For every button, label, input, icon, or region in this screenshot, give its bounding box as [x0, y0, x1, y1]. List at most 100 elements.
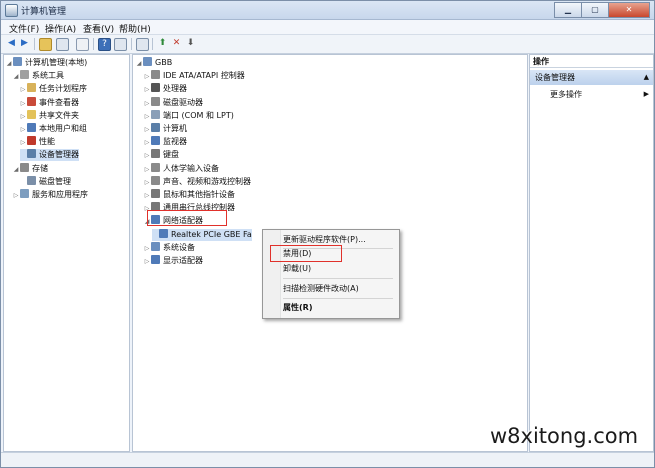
nav-tree-item-row[interactable]: 设备管理器: [20, 149, 79, 162]
device-tree-item-row[interactable]: ▷ 系统设备: [144, 241, 195, 255]
collapsed-arrow-icon[interactable]: ▷: [144, 71, 150, 83]
nav-tree-item-row[interactable]: ▷ 性能: [20, 136, 55, 148]
device-tree-item-row[interactable]: ▷ 监视器: [144, 136, 187, 148]
performance-icon: [27, 136, 36, 146]
back-icon[interactable]: ◀: [6, 38, 17, 49]
context-menu-icon-column: [263, 230, 281, 318]
device-tree-item-label: 鼠标和其他指针设备: [163, 190, 235, 199]
collapsed-arrow-icon[interactable]: ▷: [144, 243, 150, 255]
nav-tree-item-row[interactable]: ▷ 服务和应用程序: [13, 189, 88, 201]
help-icon[interactable]: ?: [98, 38, 111, 51]
device-tree-item-label: 计算机: [163, 124, 187, 133]
nav-tree-item-row[interactable]: ▷ 共享文件夹: [20, 109, 79, 123]
device-tree-item-label: 键盘: [163, 150, 179, 160]
ctx-scan-hardware[interactable]: 扫描检测硬件改动(A): [283, 283, 359, 295]
nav-tree-item-label: 任务计划程序: [39, 84, 87, 94]
close-button[interactable]: ✕: [608, 2, 650, 18]
expanded-arrow-icon[interactable]: ◢: [13, 71, 19, 83]
collapsed-arrow-icon[interactable]: ▷: [144, 98, 150, 110]
collapsed-arrow-icon[interactable]: ▷: [20, 137, 26, 149]
keyboard-icon: [151, 149, 160, 159]
collapsed-arrow-icon[interactable]: ▷: [144, 190, 150, 202]
collapsed-arrow-icon[interactable]: ▷: [144, 124, 150, 136]
device-tree-item-row[interactable]: ▷ 显示适配器: [144, 255, 203, 267]
menu-file[interactable]: 文件(F): [9, 22, 39, 35]
menu-bar: 文件(F) 操作(A) 查看(V) 帮助(H): [1, 20, 654, 35]
navigation-tree-pane: ◢ 计算机管理(本地) ◢ 系统工具 ▷ 任务计划程序 ▷ 事件查看器 ▷ 共享文件夹 ▷ 本地用户和…: [3, 54, 130, 452]
device-tree-item-row[interactable]: ▷ 键盘: [144, 149, 179, 161]
storage-icon: [20, 162, 29, 172]
nav-tree-item-row[interactable]: ▷ 本地用户和组: [20, 123, 87, 135]
collapsed-arrow-icon[interactable]: ▷: [144, 137, 150, 149]
menu-view[interactable]: 查看(V): [83, 22, 114, 35]
disable-device-icon[interactable]: ⬇: [185, 38, 196, 49]
uninstall-icon[interactable]: ✕: [171, 38, 182, 49]
device-tree-item-row[interactable]: ◢ GBB: [136, 57, 172, 69]
maximize-button[interactable]: ▢: [581, 2, 609, 18]
title-bar: 计算机管理 ▁ ▢ ✕: [1, 1, 654, 20]
actions-section-device-manager[interactable]: 设备管理器 ▲: [530, 70, 653, 85]
update-driver-icon[interactable]: ⬆: [157, 38, 168, 49]
collapsed-arrow-icon[interactable]: ▷: [20, 111, 26, 123]
collapsed-arrow-icon[interactable]: ▷: [20, 98, 26, 110]
collapsed-arrow-icon[interactable]: ▷: [144, 111, 150, 123]
clock-icon: [27, 83, 36, 93]
device-tree-item-row[interactable]: ▷ 端口 (COM 和 LPT): [144, 109, 234, 123]
collapsed-arrow-icon[interactable]: ▷: [144, 256, 150, 268]
menu-action[interactable]: 操作(A): [45, 22, 76, 35]
collapsed-arrow-icon[interactable]: ▷: [144, 177, 150, 189]
collapsed-arrow-icon[interactable]: ▷: [13, 190, 19, 202]
device-tree-item-row[interactable]: ▷ 鼠标和其他指针设备: [144, 189, 235, 201]
minimize-button[interactable]: ▁: [554, 2, 582, 18]
expanded-arrow-icon[interactable]: ◢: [6, 58, 12, 70]
device-tree-item-row[interactable]: Realtek PCIe GBE Fa: [152, 228, 252, 241]
up-folder-icon[interactable]: [39, 38, 52, 51]
collapsed-arrow-icon[interactable]: ▷: [20, 124, 26, 136]
properties-icon[interactable]: [76, 38, 89, 51]
ctx-uninstall[interactable]: 卸载(U): [283, 263, 311, 275]
nav-tree-item-row[interactable]: 磁盘管理: [20, 175, 71, 188]
collapsed-arrow-icon[interactable]: ▷: [144, 150, 150, 162]
nav-tree-item-label: 性能: [39, 137, 55, 147]
nav-tree-item-row[interactable]: ◢ 计算机管理(本地): [6, 57, 87, 69]
nav-tree-item-row[interactable]: ▷ 事件查看器: [20, 96, 79, 110]
device-tree-item-row[interactable]: ▷ 声音、视频和游戏控制器: [144, 175, 251, 189]
nav-tree-item-row[interactable]: ◢ 系统工具: [13, 70, 64, 82]
menu-help[interactable]: 帮助(H): [119, 22, 151, 35]
show-hide-tree-icon[interactable]: [56, 38, 69, 51]
scan-hardware-icon[interactable]: [136, 38, 149, 51]
tools-icon: [20, 70, 29, 80]
device-tree-item-label: IDE ATA/ATAPI 控制器: [163, 71, 245, 81]
device-tree-item-row[interactable]: ▷ IDE ATA/ATAPI 控制器: [144, 70, 245, 82]
device-tree-item-row[interactable]: ▷ 人体学输入设备: [144, 162, 219, 176]
device-tree-item-row[interactable]: ▷ 计算机: [144, 123, 187, 135]
disable-highlight: [270, 245, 342, 262]
collapsed-arrow-icon[interactable]: ▷: [144, 164, 150, 176]
more-actions-label: 更多操作: [550, 90, 582, 99]
collapse-up-icon[interactable]: ▲: [644, 70, 649, 85]
device-tree-item-row[interactable]: ▷ 磁盘驱动器: [144, 96, 203, 110]
forward-icon[interactable]: ▶: [19, 38, 30, 49]
nav-tree-item-label: 服务和应用程序: [32, 190, 88, 199]
collapsed-arrow-icon[interactable]: ▷: [144, 84, 150, 96]
nav-tree-item-label: 存储: [32, 163, 48, 173]
expanded-arrow-icon[interactable]: ◢: [136, 58, 142, 70]
ide-controller-icon: [151, 70, 160, 80]
action-pane-icon[interactable]: [114, 38, 127, 51]
device-tree-item-row[interactable]: ▷ 处理器: [144, 83, 187, 95]
device-tree-item-label: 处理器: [163, 84, 187, 94]
expanded-arrow-icon[interactable]: ◢: [13, 164, 19, 176]
ctx-properties[interactable]: 属性(R): [283, 302, 312, 314]
port-icon: [151, 109, 160, 119]
processor-icon: [151, 83, 160, 93]
nav-tree-item-row[interactable]: ▷ 任务计划程序: [20, 83, 87, 95]
system-device-icon: [151, 241, 160, 251]
window-controls: ▁ ▢ ✕: [554, 2, 650, 18]
more-actions-item[interactable]: 更多操作 ▶: [530, 88, 653, 101]
ctx-separator: [283, 278, 393, 279]
actions-section-label: 设备管理器: [535, 73, 575, 82]
collapsed-arrow-icon[interactable]: ▷: [20, 84, 26, 96]
nav-tree-item-row[interactable]: ◢ 存储: [13, 162, 48, 176]
nav-tree-item-label: 事件查看器: [39, 97, 79, 107]
computer-manage-icon: [13, 57, 22, 66]
